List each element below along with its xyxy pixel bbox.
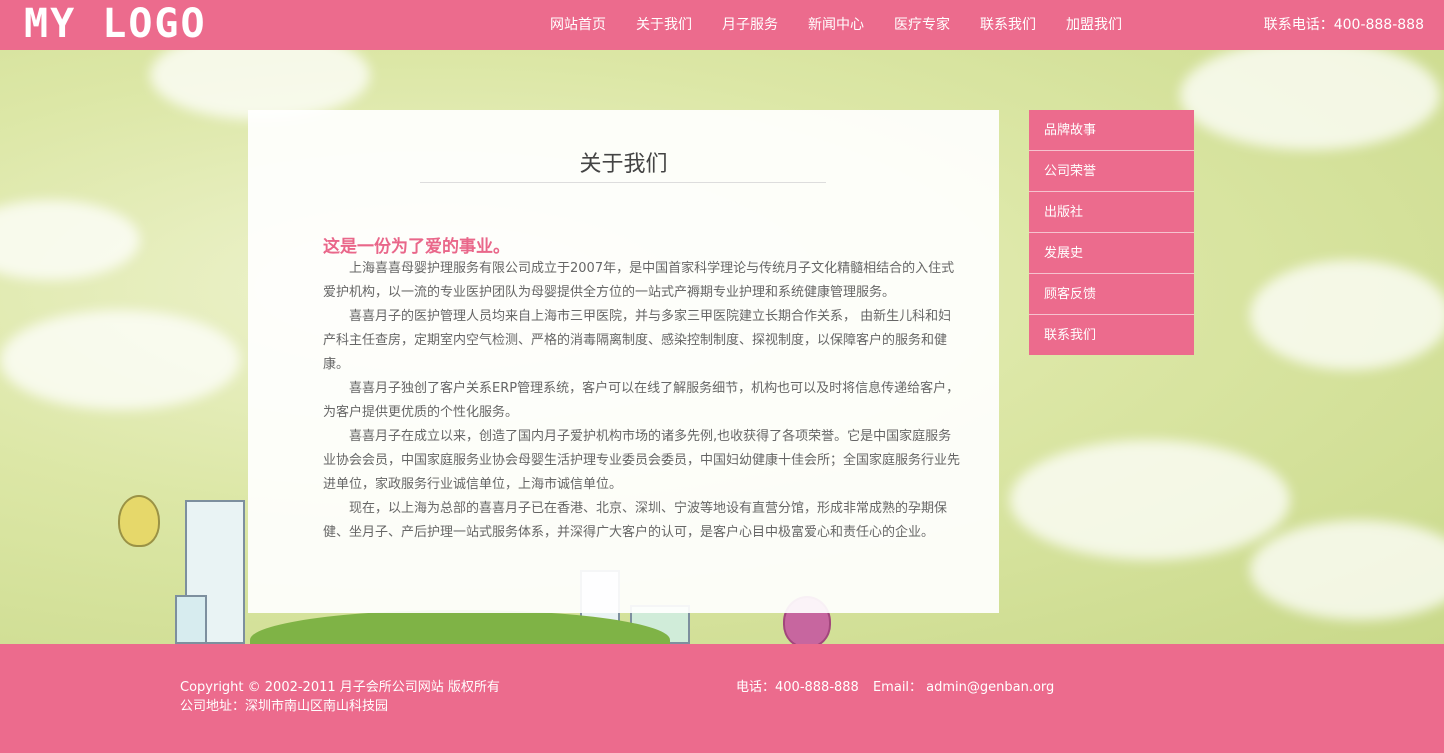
cloud-decoration bbox=[1010, 440, 1290, 560]
about-paragraph: 喜喜月子的医护管理人员均来自上海市三甲医院，并与多家三甲医院建立长期合作关系， … bbox=[323, 309, 952, 372]
footer-address: 公司地址：深圳市南山区南山科技园 bbox=[180, 699, 389, 714]
balloon-illustration bbox=[118, 495, 160, 547]
about-content-card: 关于我们 这是一份为了爱的事业。 上海喜喜母婴护理服务有限公司成立于2007年，… bbox=[248, 110, 999, 613]
nav-item-join[interactable]: 加盟我们 bbox=[1051, 0, 1137, 50]
title-divider bbox=[420, 182, 826, 183]
side-menu: 品牌故事 公司荣誉 出版社 发展史 顾客反馈 联系我们 bbox=[1029, 110, 1194, 355]
about-paragraph: 喜喜月子在成立以来，创造了国内月子爱护机构市场的诸多先例,也收获得了各项荣誉。它… bbox=[323, 429, 961, 492]
main-nav: 网站首页 关于我们 月子服务 新闻中心 医疗专家 联系我们 加盟我们 bbox=[535, 0, 1137, 50]
page-title: 关于我们 bbox=[579, 152, 668, 177]
nav-item-home[interactable]: 网站首页 bbox=[535, 0, 621, 50]
footer-phone: 电话：400-888-888 bbox=[736, 680, 859, 695]
side-item-brand-story[interactable]: 品牌故事 bbox=[1029, 110, 1194, 151]
about-slogan: 这是一份为了爱的事业。 bbox=[323, 237, 510, 257]
side-item-history[interactable]: 发展史 bbox=[1029, 233, 1194, 274]
cloud-decoration bbox=[0, 200, 140, 280]
about-paragraph: 现在，以上海为总部的喜喜月子已在香港、北京、深圳、宁波等地设有直营分馆，形成非常… bbox=[323, 501, 948, 540]
nav-item-contact[interactable]: 联系我们 bbox=[965, 0, 1051, 50]
side-item-honors[interactable]: 公司荣誉 bbox=[1029, 151, 1194, 192]
nav-item-news[interactable]: 新闻中心 bbox=[793, 0, 879, 50]
header-hotline: 联系电话：400-888-888 bbox=[1263, 17, 1424, 33]
building-illustration bbox=[175, 595, 207, 644]
about-paragraph: 喜喜月子独创了客户关系ERP管理系统，客户可以在线了解服务细节，机构也可以及时将… bbox=[323, 381, 960, 420]
side-item-publisher[interactable]: 出版社 bbox=[1029, 192, 1194, 233]
site-header: MY LOGO 网站首页 关于我们 月子服务 新闻中心 医疗专家 联系我们 加盟… bbox=[0, 0, 1444, 50]
nav-item-about[interactable]: 关于我们 bbox=[621, 0, 707, 50]
about-paragraph: 上海喜喜母婴护理服务有限公司成立于2007年，是中国首家科学理论与传统月子文化精… bbox=[323, 261, 955, 300]
site-logo[interactable]: MY LOGO bbox=[24, 4, 207, 44]
cloud-decoration bbox=[1250, 520, 1444, 620]
cloud-decoration bbox=[0, 310, 240, 410]
nav-item-services[interactable]: 月子服务 bbox=[707, 0, 793, 50]
footer-contact: 电话：400-888-888 Email： admin@genban.org bbox=[736, 676, 1064, 695]
cloud-decoration bbox=[1180, 50, 1440, 150]
nav-item-experts[interactable]: 医疗专家 bbox=[879, 0, 965, 50]
about-text: 上海喜喜母婴护理服务有限公司成立于2007年，是中国首家科学理论与传统月子文化精… bbox=[323, 257, 963, 545]
footer-email[interactable]: Email： admin@genban.org bbox=[873, 680, 1054, 695]
footer-copyright: Copyright © 2002-2011 月子会所公司网站 版权所有 bbox=[180, 680, 500, 695]
site-footer: Copyright © 2002-2011 月子会所公司网站 版权所有 公司地址… bbox=[0, 644, 1444, 753]
side-item-feedback[interactable]: 顾客反馈 bbox=[1029, 274, 1194, 315]
side-item-contact[interactable]: 联系我们 bbox=[1029, 315, 1194, 355]
cloud-decoration bbox=[1250, 260, 1444, 370]
